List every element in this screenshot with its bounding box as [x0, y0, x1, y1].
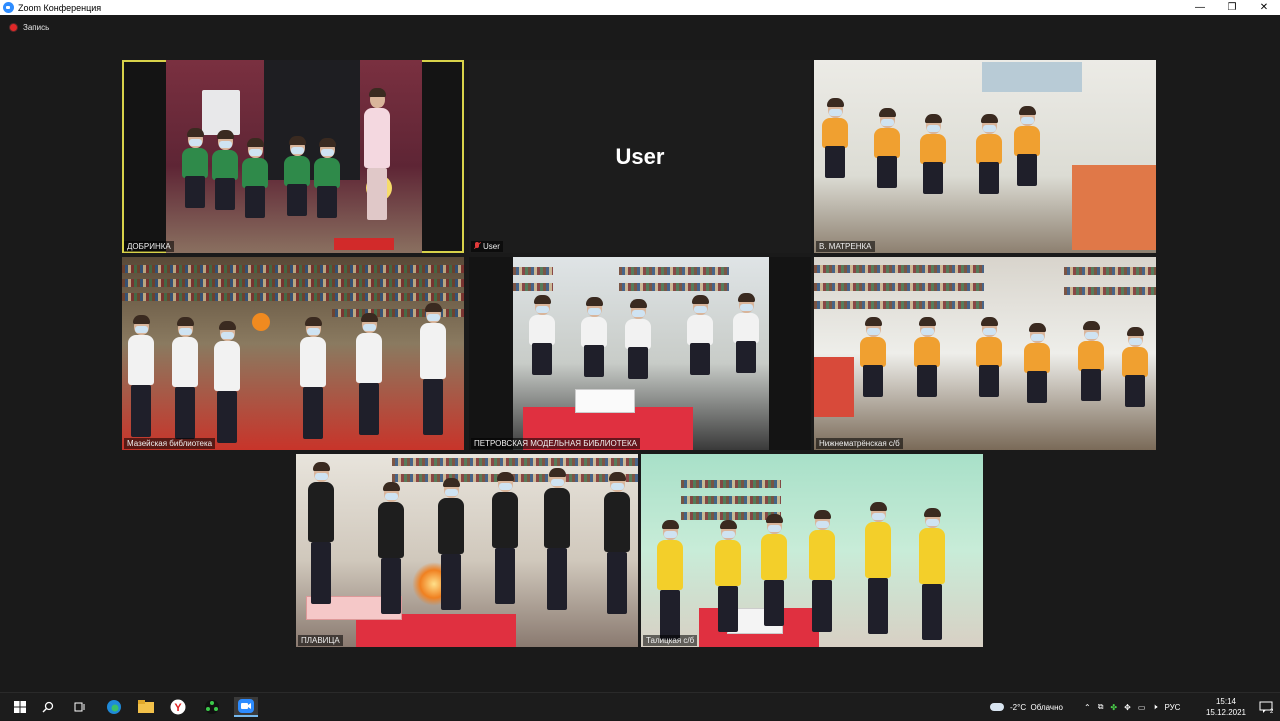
record-dot-icon — [9, 23, 18, 32]
participant-name: ПЛАВИЦА — [298, 635, 343, 646]
task-view-icon[interactable] — [70, 697, 90, 717]
search-icon[interactable] — [38, 697, 58, 717]
zoom-app-icon — [3, 2, 14, 13]
video-tile-plavitsa[interactable]: ПЛАВИЦА — [296, 454, 638, 647]
taskbar: Y -2°C Облачно ⌃ ⧉ ✤ ✥ ▭ 🕨 РУС 15:14 15.… — [0, 692, 1280, 720]
recording-bar: Запись — [0, 15, 1280, 42]
wall-posters — [982, 62, 1082, 92]
weather-text: -2°C Облачно — [1010, 702, 1063, 712]
participant-name: ПЕТРОВСКАЯ МОДЕЛЬНАЯ БИБЛИОТЕКА — [471, 438, 640, 449]
participant-name-label: User — [471, 241, 503, 252]
windows-start-icon[interactable] — [10, 697, 30, 717]
participant-name: В. МАТРЕНКА — [816, 241, 875, 252]
window-title: Zoom Конференция — [18, 2, 102, 13]
zoom-taskbar-icon[interactable] — [234, 697, 258, 717]
red-panel — [814, 357, 854, 417]
video-tile-nizhnematrenskaya[interactable]: Нижнематрёнская с/б — [814, 257, 1156, 450]
network-icon[interactable]: ▭ — [1138, 703, 1146, 712]
mic-muted-icon — [474, 242, 480, 250]
participant-name: Талицкая с/б — [643, 635, 698, 646]
maximize-button[interactable]: ❐ — [1216, 0, 1248, 15]
window-titlebar: Zoom Конференция — ❐ ✕ — [0, 0, 1280, 15]
recording-indicator[interactable]: Запись — [9, 23, 49, 32]
video-tile-mazeyskaya[interactable]: Мазейская библиотека — [122, 257, 464, 450]
participant-name: Мазейская библиотека — [124, 438, 216, 449]
green-app-icon[interactable] — [202, 697, 222, 717]
svg-text:Y: Y — [174, 702, 182, 714]
chevron-up-icon[interactable]: ⌃ — [1084, 703, 1091, 712]
notifications-icon[interactable]: 2 — [1256, 697, 1276, 717]
screenshot-tool-icon[interactable]: ⧉ — [1098, 702, 1104, 712]
volume-icon[interactable]: 🕨 — [1152, 702, 1157, 712]
yandex-browser-icon[interactable]: Y — [168, 697, 188, 717]
clock-date: 15.12.2021 — [1205, 708, 1246, 717]
file-explorer-icon[interactable] — [136, 697, 156, 717]
video-tile-dobrinka[interactable]: ДОБРИНКА — [122, 60, 464, 253]
clock[interactable]: 15:14 15.12.2021 — [1206, 696, 1246, 718]
puzzle-icon[interactable]: ✥ — [1124, 703, 1131, 712]
table — [1072, 165, 1156, 250]
cloud-icon — [990, 703, 1004, 711]
weather-widget[interactable]: -2°C Облачно — [990, 693, 1063, 721]
clock-time: 15:14 — [1215, 697, 1236, 706]
pumpkin-decoration — [252, 313, 270, 331]
video-tile-user[interactable]: User User — [469, 60, 811, 253]
participant-display-name: User — [615, 143, 665, 169]
participant-name: Нижнематрёнская с/б — [816, 438, 903, 449]
table — [334, 238, 394, 250]
window-controls: — ❐ ✕ — [1184, 0, 1280, 15]
participant-name: User — [483, 242, 500, 251]
video-tile-petrovskaya[interactable]: ПЕТРОВСКАЯ МОДЕЛЬНАЯ БИБЛИОТЕКА — [469, 257, 811, 450]
video-tile-talitskaya[interactable]: Талицкая с/б — [641, 454, 983, 647]
svg-text:2: 2 — [1270, 709, 1273, 713]
recording-label: Запись — [23, 23, 50, 32]
system-tray: ⌃ ⧉ ✤ ✥ ▭ 🕨 РУС — [1084, 693, 1180, 721]
video-tile-v-matrenka[interactable]: В. МАТРЕНКА — [814, 60, 1156, 253]
video-feed — [296, 454, 638, 647]
edge-browser-icon[interactable] — [104, 697, 124, 717]
name-card — [575, 389, 635, 413]
language-indicator[interactable]: РУС — [1164, 703, 1180, 712]
close-button[interactable]: ✕ — [1248, 0, 1280, 15]
participant-name: ДОБРИНКА — [124, 241, 174, 252]
gallery-view: ДОБРИНКА User User В. МАТРЕНКА Мазейская… — [0, 42, 1280, 692]
minimize-button[interactable]: — — [1184, 0, 1216, 15]
clover-icon[interactable]: ✤ — [1110, 703, 1117, 712]
whiteboard — [202, 90, 240, 135]
